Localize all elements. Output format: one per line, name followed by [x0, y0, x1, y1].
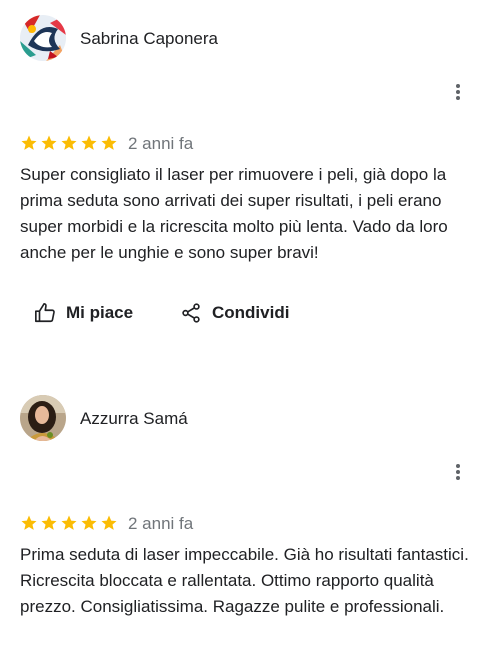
avatar[interactable]: [20, 395, 66, 441]
avatar[interactable]: [20, 15, 66, 61]
like-button[interactable]: Mi piace: [34, 302, 133, 324]
star-icon: [101, 135, 117, 150]
more-options-icon[interactable]: [452, 464, 464, 482]
more-options-icon[interactable]: [452, 84, 464, 102]
review-date: 2 anni fa: [128, 514, 194, 533]
star-icon: [61, 135, 77, 150]
star-icon: [81, 515, 97, 530]
thumb-up-icon: [35, 303, 55, 323]
star-icon: [41, 135, 57, 150]
star-rating: [20, 134, 118, 154]
star-icon: [61, 515, 77, 530]
star-icon: [21, 515, 37, 530]
share-icon: [182, 303, 200, 323]
review-text: Super consigliato il laser per rimuovere…: [20, 165, 448, 262]
like-label: Mi piace: [66, 303, 134, 322]
star-icon: [81, 135, 97, 150]
star-icon: [101, 515, 117, 530]
author-name[interactable]: Sabrina Caponera: [80, 29, 218, 49]
author-name[interactable]: Azzurra Samá: [80, 409, 188, 429]
star-icon: [41, 515, 57, 530]
review-text: Prima seduta di laser impeccabile. Già h…: [20, 545, 469, 616]
share-label: Condividi: [212, 303, 290, 322]
review-date: 2 anni fa: [128, 134, 194, 153]
star-rating: [20, 514, 118, 534]
star-icon: [21, 135, 37, 150]
share-button[interactable]: Condividi: [180, 302, 289, 324]
